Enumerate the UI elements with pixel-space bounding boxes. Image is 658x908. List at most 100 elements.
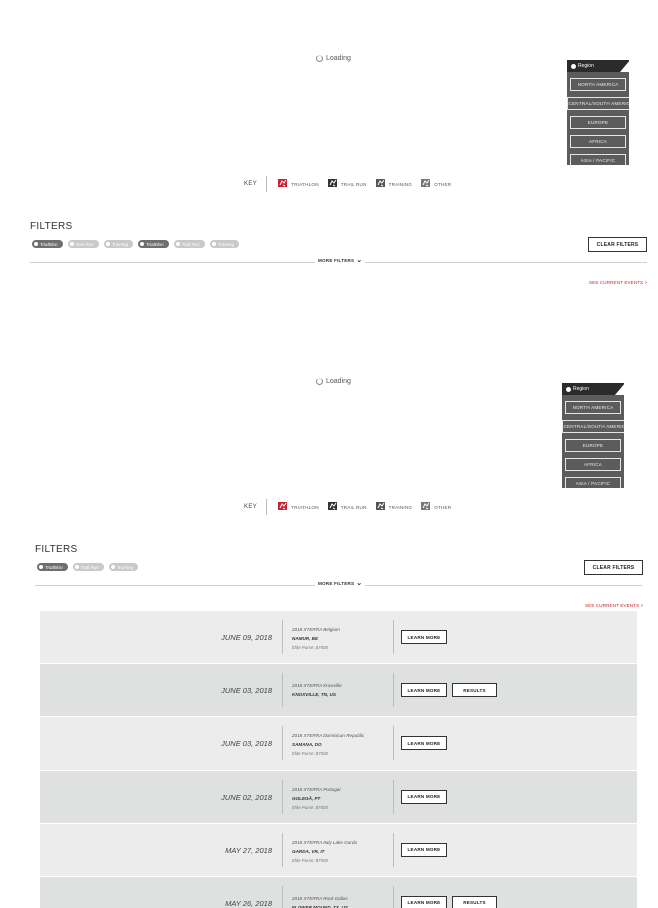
check-icon — [110, 565, 115, 569]
divider — [282, 620, 283, 654]
see-current-events-link[interactable]: SEE CURRENT EVENTS > — [589, 280, 647, 285]
filter-pill[interactable]: Trail Run — [72, 563, 104, 571]
key-item-label: TRIATHLON — [291, 181, 319, 187]
region-button[interactable]: NORTH AMERICA — [570, 78, 626, 91]
loading-text: Loading — [326, 378, 351, 385]
event-row: JUNE 03, 2018 2018 XTERRA Dominican Repub… — [40, 717, 637, 771]
check-icon — [34, 242, 38, 246]
event-info: 2018 XTERRA Knoxville KNOXVILLE, TN, US — [292, 681, 342, 699]
check-icon — [105, 242, 110, 246]
region-button[interactable]: EUROPE — [565, 439, 621, 452]
filter-pill-label: Triathlon — [40, 241, 58, 247]
event-name: 2018 XTERRA Italy Lake Garda — [292, 839, 357, 845]
results-button[interactable]: RESULTS — [452, 895, 497, 908]
filter-pill[interactable]: Training — [103, 240, 134, 248]
region-panel: Region NORTH AMERICA CENTRAL/SOUTH AMERICA… — [567, 60, 629, 165]
clear-filters-button[interactable]: CLEAR FILTERS — [588, 237, 647, 252]
filter-pill-label: Trail Run — [181, 241, 200, 247]
region-button[interactable]: EUROPE — [570, 116, 626, 129]
event-location: SAMANA, DO — [292, 742, 322, 748]
region-button[interactable]: CENTRAL/SOUTH AMERICA — [562, 420, 624, 433]
training-icon — [375, 179, 386, 189]
globe-icon — [571, 63, 576, 69]
event-row: MAY 27, 2018 2018 XTERRA Italy Lake Garda… — [40, 823, 637, 877]
event-name: 2018 XTERRA Belgium — [292, 627, 340, 632]
filter-pill[interactable]: Triathlon — [138, 240, 169, 248]
learn-more-button[interactable]: LEARN MORE — [401, 736, 447, 751]
key-item-label: OTHER — [434, 181, 452, 187]
region-header[interactable]: Region — [567, 60, 629, 72]
divider — [393, 832, 394, 867]
filter-pill[interactable]: Triathlon — [32, 240, 63, 248]
key-item: TRAINING — [375, 179, 413, 189]
region-header[interactable]: Region — [562, 383, 624, 395]
learn-more-button[interactable]: LEARN MORE — [401, 683, 447, 698]
key-item: OTHER — [421, 179, 451, 189]
divider — [393, 885, 394, 908]
event-location: FLOWER MOUND, TX, US — [292, 904, 348, 908]
key-item: TRAIL RUN — [327, 502, 367, 512]
event-location: KNOXVILLE, TN, US — [292, 692, 336, 698]
learn-more-button[interactable]: LEARN MORE — [401, 842, 447, 857]
filter-pill-label: Training — [116, 564, 134, 570]
event-info: 2018 XTERRA Portugal GOLEGÃ, PT Elite Purs… — [292, 785, 340, 812]
event-row: MAY 26, 2018 2018 XTERRA Rock Dallas FLOWE… — [40, 876, 637, 908]
filter-pills: Triathlon Trail Run Training — [37, 563, 139, 571]
region-button[interactable]: NORTH AMERICA — [565, 401, 621, 414]
key-divider — [266, 499, 268, 515]
filter-pill-label: Trail Run — [75, 241, 94, 247]
region-button[interactable]: CENTRAL/SOUTH AMERICA — [567, 97, 629, 110]
chevron-down-icon: ⌄ — [356, 579, 363, 587]
spinner-icon — [316, 378, 323, 385]
filter-pill-label: Triathlon — [146, 241, 164, 247]
filter-pill[interactable]: Trail Run — [67, 240, 99, 248]
other-icon — [421, 502, 431, 512]
event-location: GARDA, VR, IT — [292, 848, 325, 854]
learn-more-button[interactable]: LEARN MORE — [401, 789, 447, 804]
event-purse: Elite Purse: $7500 — [292, 645, 328, 650]
key-item: TRAIL RUN — [327, 179, 367, 189]
event-name: 2018 XTERRA Dominican Republic — [292, 733, 365, 739]
region-button[interactable]: ASIA / PACIFIC — [565, 477, 621, 488]
globe-icon — [566, 386, 571, 392]
more-filters-label: MORE FILTERS — [318, 258, 355, 263]
check-icon — [69, 242, 74, 246]
results-button[interactable]: RESULTS — [452, 683, 497, 698]
clear-filters-button[interactable]: CLEAR FILTERS — [584, 560, 643, 575]
filter-pill[interactable]: Training — [108, 563, 139, 571]
more-filters-label: MORE FILTERS — [318, 581, 355, 586]
region-button[interactable]: ASIA / PACIFIC — [570, 154, 626, 165]
filter-pill-label: Triathlon — [45, 564, 63, 570]
learn-more-button[interactable]: LEARN MORE — [401, 895, 447, 908]
event-date: MAY 26, 2018 — [225, 898, 272, 908]
region-button[interactable]: AFRICA — [570, 135, 626, 148]
key-item: TRIATHLON — [278, 179, 319, 189]
key-item-label: OTHER — [434, 504, 452, 510]
region-button[interactable]: AFRICA — [565, 458, 621, 471]
event-location: NAMUR, BE — [292, 636, 319, 641]
key-item-label: TRAINING — [388, 181, 413, 187]
region-header-label: Region — [578, 63, 594, 69]
filter-pills: Triathlon Trail Run Training Triathlon Trail… — [32, 240, 240, 248]
event-purse: Elite Purse: $7500 — [292, 804, 328, 810]
divider — [282, 779, 283, 814]
key-item: OTHER — [421, 502, 451, 512]
key-item: TRAINING — [375, 502, 413, 512]
filter-pill[interactable]: Trail Run — [173, 240, 205, 248]
key-label: KEY — [244, 504, 258, 510]
see-current-events-link[interactable]: SEE CURRENT EVENTS > — [585, 603, 643, 608]
more-filters-toggle[interactable]: MORE FILTERS ⌄ — [315, 579, 366, 587]
divider — [282, 885, 283, 908]
key-item: TRIATHLON — [278, 502, 319, 512]
learn-more-button[interactable]: LEARN MORE — [401, 630, 447, 644]
filter-pill[interactable]: Training — [209, 240, 240, 248]
key-item-label: TRAIL RUN — [340, 504, 367, 510]
training-icon — [375, 502, 386, 512]
filters-title: FILTERS — [35, 544, 78, 555]
event-date: JUNE 03, 2018 — [221, 686, 272, 696]
check-icon — [211, 242, 216, 246]
key-item-label: TRAIL RUN — [340, 181, 367, 187]
check-icon — [74, 565, 79, 569]
more-filters-toggle[interactable]: MORE FILTERS ⌄ — [315, 257, 366, 264]
filter-pill[interactable]: Triathlon — [37, 563, 68, 571]
